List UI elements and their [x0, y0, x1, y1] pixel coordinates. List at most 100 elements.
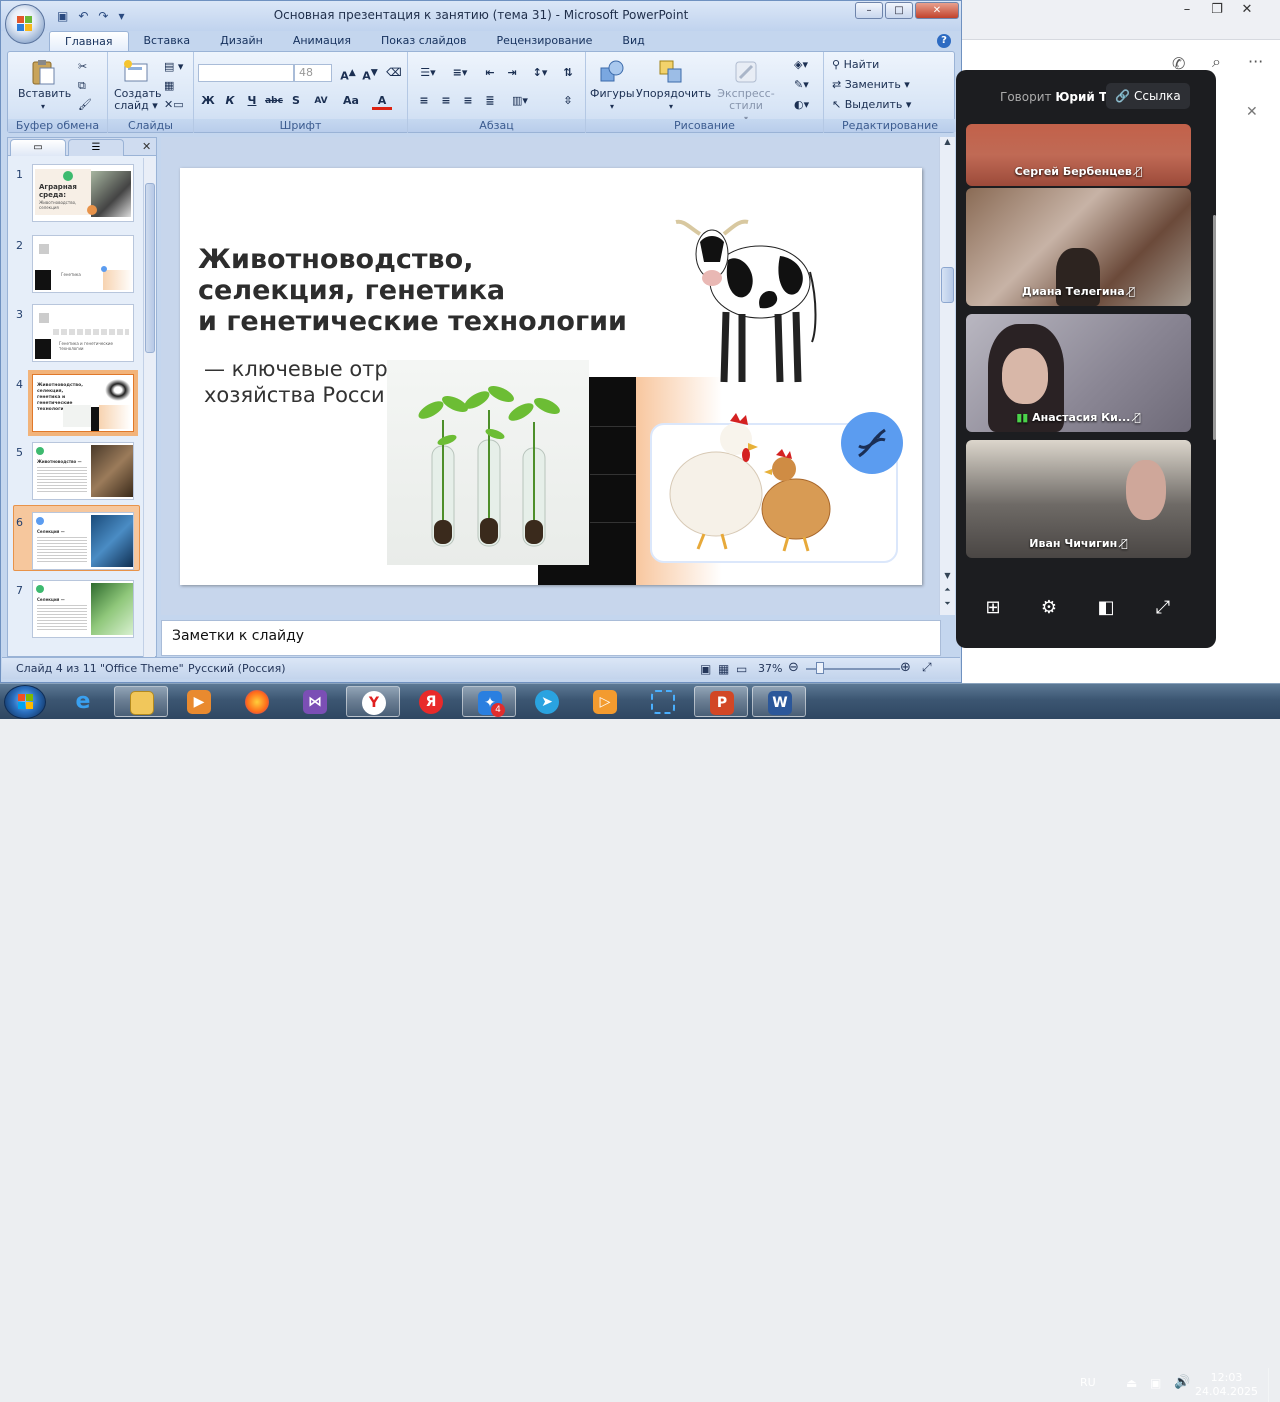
- chickens-image[interactable]: [636, 377, 922, 585]
- tab-view[interactable]: Вид: [607, 31, 659, 51]
- format-painter-icon[interactable]: 🖌: [78, 96, 92, 114]
- taskbar-media[interactable]: ▶: [172, 686, 226, 717]
- shape-outline-icon[interactable]: ✎▾: [794, 76, 809, 94]
- save-icon[interactable]: ▣: [57, 9, 68, 23]
- shape-fill-icon[interactable]: ◈▾: [794, 56, 808, 74]
- volume-icon[interactable]: 🔊: [1174, 1375, 1190, 1390]
- close-panel-icon[interactable]: ✕: [1246, 104, 1258, 120]
- shapes-button[interactable]: Фигуры ▾: [590, 58, 635, 113]
- panel-scroll-thumb[interactable]: [145, 183, 155, 353]
- replace-button[interactable]: ⇄ Заменить ▾: [832, 76, 910, 94]
- taskbar-app[interactable]: ▷: [578, 686, 632, 717]
- cut-icon[interactable]: ✂: [78, 58, 87, 76]
- tab-slideshow[interactable]: Показ слайдов: [366, 31, 482, 51]
- office-button[interactable]: [5, 4, 45, 44]
- taskbar-snipping[interactable]: [636, 686, 690, 717]
- line-spacing-icon[interactable]: ↕▾: [526, 64, 554, 82]
- taskbar-ie[interactable]: e: [56, 686, 110, 717]
- slide-title[interactable]: Животноводство, селекция, генетика и ген…: [198, 244, 638, 337]
- underline-button[interactable]: Ч: [242, 92, 262, 110]
- paste-button[interactable]: Вставить ▾: [18, 58, 71, 113]
- participant-tile[interactable]: Диана Телегина 🎙̸: [966, 188, 1191, 306]
- slide-subtitle[interactable]: — ключевые отр хозяйства Росси: [204, 356, 404, 408]
- close-panel-icon[interactable]: ✕: [142, 140, 151, 153]
- zoom-slider-thumb[interactable]: [816, 662, 824, 674]
- align-text-icon[interactable]: ⇳: [558, 92, 578, 110]
- tab-design[interactable]: Дизайн: [205, 31, 278, 51]
- delete-slide-icon[interactable]: ✕▭: [164, 96, 184, 114]
- bold-button[interactable]: Ж: [198, 92, 218, 110]
- close-icon[interactable]: ✕: [1234, 2, 1260, 20]
- text-direction-icon[interactable]: ⇅: [558, 64, 578, 82]
- tab-review[interactable]: Рецензирование: [482, 31, 608, 51]
- more-icon[interactable]: ···: [1248, 52, 1263, 71]
- scroll-down-icon[interactable]: ▼: [940, 571, 955, 585]
- tab-outline[interactable]: ☰: [68, 139, 124, 156]
- slide-thumbnail-4[interactable]: Животноводство, селекция, генетика и ген…: [32, 374, 134, 432]
- call-scrollbar[interactable]: [1213, 215, 1216, 440]
- align-right-icon[interactable]: ≡: [458, 92, 478, 110]
- link-button[interactable]: 🔗 Ссылка: [1106, 83, 1190, 109]
- align-left-icon[interactable]: ≡: [414, 92, 434, 110]
- taskbar-explorer[interactable]: [114, 686, 168, 717]
- align-center-icon[interactable]: ≡: [436, 92, 456, 110]
- slide-thumbnail-3[interactable]: Генетика и генетические технологии: [32, 304, 134, 362]
- plants-test-tubes-image[interactable]: [387, 360, 589, 565]
- tab-insert[interactable]: Вставка: [129, 31, 206, 51]
- taskbar-telegram[interactable]: ➤: [520, 686, 574, 717]
- change-case-button[interactable]: Aa: [338, 92, 364, 110]
- maximize-button[interactable]: □: [885, 2, 913, 19]
- slide-thumbnail-1[interactable]: Аграрная среда: Животноводство, селекция: [32, 164, 134, 222]
- grow-font-icon[interactable]: A▲: [338, 64, 358, 83]
- minimize-button[interactable]: –: [855, 2, 883, 19]
- grid-view-icon[interactable]: ⊞: [981, 596, 1005, 620]
- slideshow-view-icon[interactable]: ▭: [736, 662, 747, 676]
- taskbar-yandex[interactable]: Я: [404, 686, 458, 717]
- bullets-icon[interactable]: ☰▾: [414, 64, 442, 82]
- theme-name[interactable]: "Office Theme": [100, 662, 184, 675]
- font-size-combo[interactable]: 48: [294, 64, 332, 82]
- slide-thumbnail-7[interactable]: Селекция —: [32, 580, 134, 638]
- quick-styles-button[interactable]: Экспресс-стили▾: [706, 58, 786, 125]
- notes-pane[interactable]: Заметки к слайду: [161, 620, 941, 656]
- normal-view-icon[interactable]: ▣: [700, 662, 711, 676]
- tray-usb-icon[interactable]: ⏏: [1126, 1376, 1137, 1390]
- search-icon[interactable]: ⌕: [1212, 52, 1221, 72]
- taskbar-powerpoint[interactable]: P: [694, 686, 748, 717]
- shrink-font-icon[interactable]: A▼: [360, 64, 380, 83]
- slide-scrollbar[interactable]: ▲ ▼ ⏶ ⏷: [939, 137, 955, 615]
- minimize-icon[interactable]: –: [1174, 2, 1200, 20]
- reset-icon[interactable]: ▦: [164, 77, 174, 95]
- columns-icon[interactable]: ▥▾: [506, 92, 534, 110]
- slide-thumbnail-6[interactable]: Селекция —: [32, 512, 134, 570]
- start-button[interactable]: [4, 685, 46, 719]
- slide-sorter-icon[interactable]: ▦: [718, 662, 729, 676]
- participant-tile[interactable]: Иван Чичигин 🎙̸: [966, 440, 1191, 558]
- font-family-combo[interactable]: [198, 64, 294, 82]
- justify-icon[interactable]: ≣: [480, 92, 500, 110]
- network-icon[interactable]: ▣: [1150, 1376, 1161, 1390]
- help-icon[interactable]: ?: [937, 34, 951, 48]
- italic-button[interactable]: К: [220, 92, 240, 110]
- fullscreen-icon[interactable]: ⤢: [1151, 596, 1175, 620]
- zoom-in-icon[interactable]: ⊕: [900, 660, 911, 675]
- tab-animation[interactable]: Анимация: [278, 31, 366, 51]
- numbering-icon[interactable]: ≡▾: [446, 64, 474, 82]
- clear-format-icon[interactable]: ⌫: [384, 64, 404, 82]
- char-spacing-button[interactable]: AV: [308, 92, 334, 110]
- next-slide-icon[interactable]: ⏷: [940, 599, 955, 613]
- language-indicator[interactable]: RU: [1080, 1376, 1096, 1389]
- tab-home[interactable]: Главная: [49, 31, 129, 51]
- decrease-indent-icon[interactable]: ⇤: [480, 64, 500, 82]
- font-color-button[interactable]: A: [372, 92, 392, 110]
- participant-tile[interactable]: Сергей Бербенцев 🎙̸: [966, 124, 1191, 186]
- undo-icon[interactable]: ↶: [78, 9, 88, 23]
- find-button[interactable]: ⚲ Найти: [832, 56, 879, 74]
- current-slide[interactable]: Животноводство, селекция, генетика и ген…: [180, 168, 922, 585]
- select-button[interactable]: ↖ Выделить ▾: [832, 96, 911, 114]
- shadow-button[interactable]: S: [286, 92, 306, 110]
- strikethrough-button[interactable]: abc: [264, 92, 284, 110]
- new-slide-button[interactable]: Создать слайд ▾: [114, 58, 162, 112]
- tab-slides-thumbnails[interactable]: ▭: [10, 139, 66, 156]
- participant-tile[interactable]: ▮▮ Анастасия Ки... 🎙̸: [966, 314, 1191, 432]
